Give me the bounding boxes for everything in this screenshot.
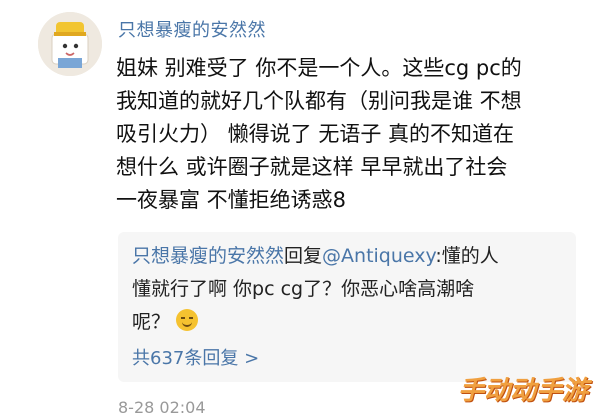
reply-line: 只想暴瘦的安然然回复@Antiquexy:懂的人 bbox=[132, 240, 562, 273]
comment-line: 吸引火力） 懒得说了 无语子 真的不知道在 bbox=[116, 122, 515, 146]
comment-timestamp: 8-28 02:04 bbox=[118, 398, 206, 417]
reply-line: 懂就行了啊 你pc cg了？你恶心啥高潮啥 bbox=[132, 278, 475, 300]
grinning-sweat-emoji-icon bbox=[176, 309, 199, 331]
comment-line: 姐妹 别难受了 你不是一个人。这些cg pc的 bbox=[116, 56, 522, 80]
comment-line: 一夜暴富 不懂拒绝诱惑8 bbox=[116, 188, 347, 212]
comment-line: 我知道的就好几个队都有（别问我是谁 不想 bbox=[116, 89, 522, 113]
view-replies-link[interactable]: 共637条回复 > bbox=[132, 344, 259, 370]
reply-line: 呢？ bbox=[132, 306, 562, 339]
reply-text-part: 呢？ bbox=[132, 311, 171, 333]
comment-text: 姐妹 别难受了 你不是一个人。这些cg pc的 我知道的就好几个队都有（别问我是… bbox=[116, 52, 576, 217]
comment-username[interactable]: 只想暴瘦的安然然 bbox=[118, 16, 266, 42]
reply-text: 只想暴瘦的安然然回复@Antiquexy:懂的人 懂就行了啊 你pc cg了？你… bbox=[132, 240, 562, 339]
reply-username[interactable]: 只想暴瘦的安然然 bbox=[132, 245, 284, 267]
mention-link[interactable]: @Antiquexy bbox=[322, 245, 435, 267]
watermark-logo: 手动动手游 bbox=[457, 376, 588, 406]
avatar[interactable] bbox=[38, 12, 102, 76]
reply-verb: 回复 bbox=[284, 245, 323, 267]
reply-thread[interactable]: 只想暴瘦的安然然回复@Antiquexy:懂的人 懂就行了啊 你pc cg了？你… bbox=[118, 232, 576, 382]
comment-line: 想什么 或许圈子就是这样 早早就出了社会 bbox=[116, 155, 508, 179]
reply-text-part: :懂的人 bbox=[435, 245, 499, 267]
avatar-illustration-icon bbox=[38, 12, 102, 76]
